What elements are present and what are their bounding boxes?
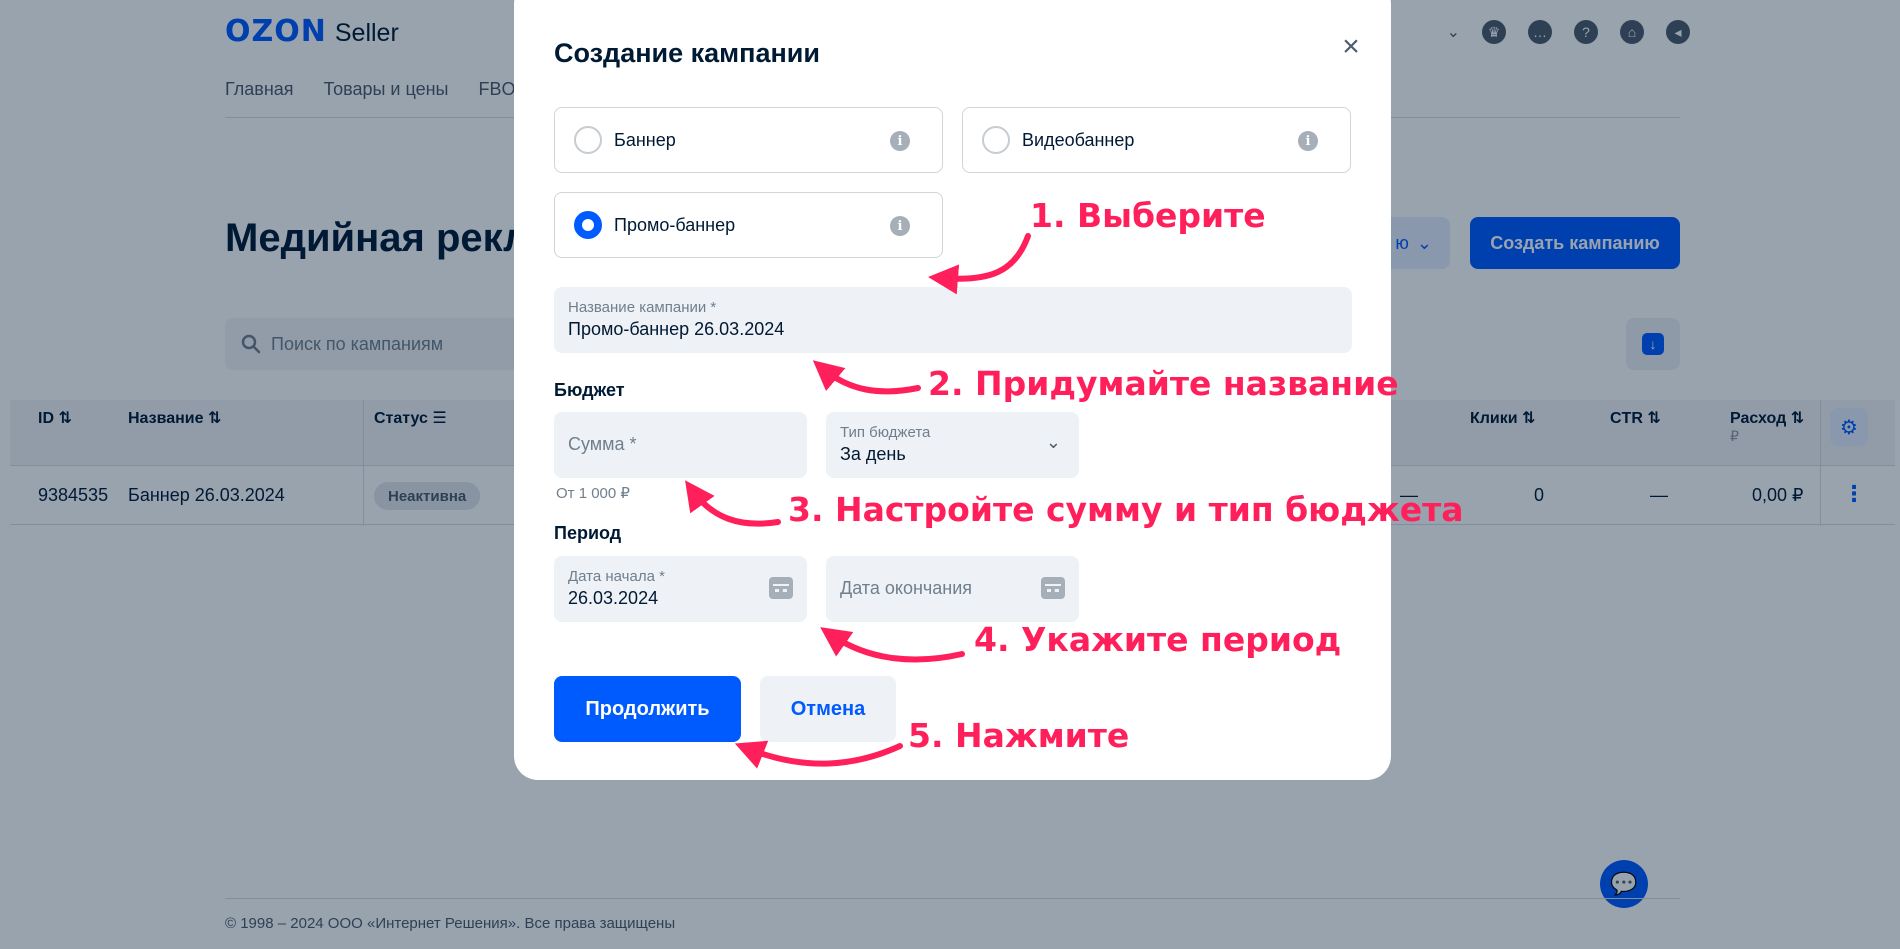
arrow-step-1 xyxy=(928,233,1031,295)
annotation-step-1: 1. Выберите xyxy=(1030,196,1266,235)
annotation-arrows xyxy=(685,233,1031,769)
arrow-step-2 xyxy=(812,360,921,395)
annotation-step-3: 3. Настройте сумму и тип бюджета xyxy=(788,490,1464,529)
arrow-step-3 xyxy=(685,480,781,527)
annotation-step-2: 2. Придумайте название xyxy=(928,364,1399,403)
annotation-step-4: 4. Укажите период xyxy=(974,620,1342,659)
annotation-step-5: 5. Нажмите xyxy=(908,716,1130,755)
arrow-step-4 xyxy=(820,627,965,663)
arrow-step-5 xyxy=(734,740,903,769)
